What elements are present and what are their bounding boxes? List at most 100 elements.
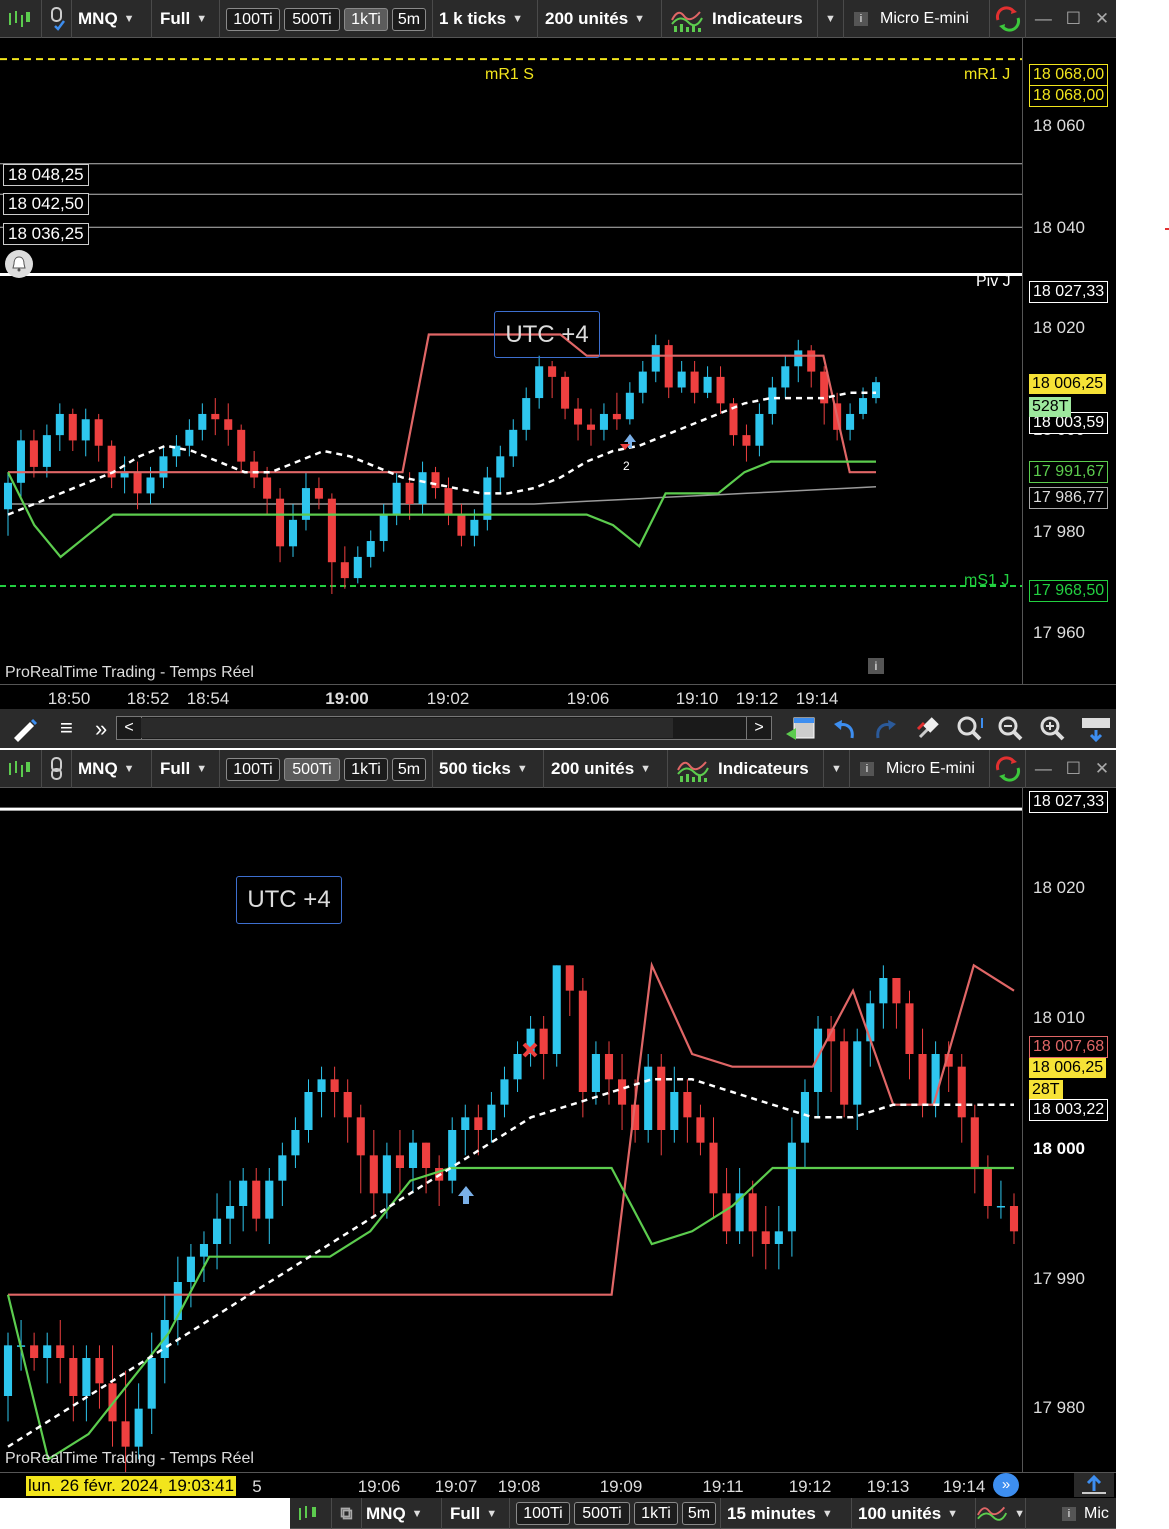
instrument-info[interactable]: i Mic — [1056, 1498, 1116, 1529]
scroll-thumb[interactable] — [141, 718, 673, 738]
units-select[interactable]: 200 unités ▼ — [538, 0, 662, 38]
mode-select[interactable]: Full ▼ — [442, 1498, 510, 1529]
chart-navigation-bar: ≡ » < > — [0, 709, 1116, 748]
indicators-dropdown[interactable]: ▼ — [818, 0, 844, 38]
keyboard-icon[interactable] — [1080, 714, 1112, 749]
close-icon[interactable]: ✕ — [1095, 9, 1109, 29]
timeframe-100ti-button[interactable]: 100Ti — [516, 1502, 570, 1525]
zoom-in-icon[interactable] — [1038, 714, 1068, 749]
minimize-icon[interactable]: — — [1035, 9, 1052, 29]
candle-body — [95, 1358, 104, 1384]
price-tag[interactable]: 18 048,25 — [3, 164, 89, 186]
chart-type-icon[interactable] — [0, 750, 42, 788]
minimize-icon[interactable]: — — [1035, 759, 1052, 779]
timeframe-500ti-button[interactable]: 500Ti — [284, 758, 340, 781]
symbol-select[interactable]: MNQ ▼ — [362, 1498, 442, 1529]
indicators-icon[interactable]: ▼ — [976, 1498, 1026, 1529]
symbol-label: MNQ — [366, 1503, 406, 1523]
drawing-pen-icon[interactable] — [10, 716, 42, 747]
mr1-badge: 18 068,00 — [1029, 85, 1109, 107]
undo-icon[interactable] — [832, 716, 858, 747]
chevron-down-icon: ▼ — [411, 1507, 423, 1520]
candle-body — [431, 472, 440, 489]
link-icon[interactable] — [42, 0, 72, 38]
zoom-out-icon[interactable] — [996, 714, 1026, 749]
timeframe-100ti-button[interactable]: 100Ti — [226, 758, 280, 781]
pin-tool-icon[interactable] — [914, 715, 942, 748]
redo-icon[interactable] — [872, 716, 898, 747]
candle-body — [591, 1054, 600, 1092]
units-select[interactable]: 200 unités ▼ — [544, 750, 668, 788]
link-icon[interactable] — [42, 750, 72, 788]
alert-bell-icon[interactable] — [5, 250, 33, 278]
price-tag[interactable]: 18 042,50 — [3, 193, 89, 215]
top-price-plot[interactable]: 2 mR1 S mR1 J Piv J mS1 J 18 048,25 18 0… — [0, 38, 1022, 684]
instrument-info[interactable]: i Micro E-mini — [850, 750, 990, 788]
candle-body — [226, 1206, 235, 1219]
zoom-auto-icon[interactable] — [954, 714, 986, 749]
interval-select[interactable]: 15 minutes ▼ — [720, 1498, 852, 1529]
scroll-right-button[interactable]: > — [746, 717, 771, 739]
export-icon[interactable] — [1074, 1473, 1114, 1497]
menu-icon[interactable]: ≡ — [60, 715, 73, 741]
bottom-price-plot[interactable]: UTC +4 ProRealTime Trading - Temps Réel — [0, 788, 1022, 1472]
time-label: 19:08 — [497, 1477, 541, 1496]
window-controls: — ☐ ✕ — [1028, 0, 1116, 38]
timeframe-1kti-button[interactable]: 1kTi — [344, 8, 388, 31]
timeframe-1kti-button[interactable]: 1kTi — [344, 758, 388, 781]
candle-body — [340, 562, 349, 579]
top-chart-svg: 2 — [0, 58, 1022, 594]
bottom-time-axis[interactable]: lun. 26 févr. 2024, 19:03:41 5 19:06 19:… — [0, 1472, 1116, 1498]
timeframe-5m-button[interactable]: 5m — [392, 8, 426, 31]
candle-body — [343, 1092, 352, 1118]
refresh-icon[interactable] — [990, 0, 1026, 38]
top-price-axis[interactable]: 18 060 18 040 18 020 18 000 17 980 17 96… — [1022, 38, 1116, 684]
timeframe-500ti-button[interactable]: 500Ti — [284, 8, 340, 31]
units-select[interactable]: 100 unités ▼ — [852, 1498, 976, 1529]
scroll-left-button[interactable]: < — [117, 717, 142, 739]
indicators-dropdown[interactable]: ▼ — [824, 750, 850, 788]
info-icon: i — [1062, 1506, 1076, 1521]
maximize-icon[interactable]: ☐ — [1066, 9, 1081, 29]
time-label: 19:14 — [942, 1477, 986, 1496]
bottom-toolbar: MNQ ▼ Full ▼ 100Ti 500Ti 1kTi 5m 500 ticks… — [0, 750, 1116, 788]
timeframe-5m-button[interactable]: 5m — [392, 758, 426, 781]
bottom-chart-window: MNQ ▼ Full ▼ 100Ti 500Ti 1kTi 5m 500 ticks… — [0, 750, 1116, 1498]
time-label: 19:07 — [434, 1477, 478, 1496]
timeframe-5m-button[interactable]: 5m — [682, 1502, 716, 1525]
candle-body — [68, 413, 77, 441]
scroll-to-end-icon[interactable]: » — [993, 1473, 1019, 1497]
info-icon[interactable]: i — [868, 658, 884, 674]
instrument-info[interactable]: i Micro E-mini — [844, 0, 990, 38]
time-label: 19:12 — [735, 689, 779, 708]
mode-select[interactable]: Full ▼ — [152, 750, 220, 788]
candle-body — [408, 1142, 418, 1168]
indicators-button[interactable]: Indicateurs — [668, 750, 824, 788]
mode-select[interactable]: Full ▼ — [152, 0, 220, 38]
interval-select[interactable]: 1 k ticks ▼ — [432, 0, 538, 38]
link-icon[interactable]: ⧉ — [332, 1498, 362, 1529]
bottom-price-axis[interactable]: 18 020 18 010 18 000 17 990 17 980 18 02… — [1022, 788, 1116, 1472]
indicators-button[interactable]: Indicateurs — [662, 0, 818, 38]
candle-body — [696, 1117, 705, 1143]
candle-body — [3, 482, 13, 510]
maximize-icon[interactable]: ☐ — [1066, 759, 1081, 779]
mr1-badge: 18 068,00 — [1029, 64, 1109, 86]
close-icon[interactable]: ✕ — [1095, 759, 1109, 779]
interval-select[interactable]: 500 ticks ▼ — [432, 750, 544, 788]
top-chart-window: MNQ ▼ Full ▼ 100Ti 500Ti 1kTi 5m 1 k ticks… — [0, 0, 1116, 710]
candle-body — [405, 482, 414, 504]
calendar-icon[interactable] — [784, 714, 816, 749]
symbol-select[interactable]: MNQ ▼ — [72, 750, 152, 788]
symbol-select[interactable]: MNQ ▼ — [72, 0, 152, 38]
timeframe-500ti-button[interactable]: 500Ti — [574, 1502, 630, 1525]
top-time-axis[interactable]: 18:50 18:52 18:54 19:00 19:02 19:06 19:1… — [0, 684, 1116, 710]
price-tag[interactable]: 18 036,25 — [3, 223, 89, 245]
horizontal-scrollbar[interactable]: < > — [116, 716, 772, 740]
refresh-icon[interactable] — [990, 750, 1026, 788]
more-chevron-icon[interactable]: » — [95, 716, 107, 742]
timeframe-1kti-button[interactable]: 1kTi — [634, 1502, 678, 1525]
chart-type-icon[interactable] — [290, 1498, 332, 1529]
timeframe-100ti-button[interactable]: 100Ti — [226, 8, 280, 31]
chart-type-icon[interactable] — [0, 0, 42, 38]
